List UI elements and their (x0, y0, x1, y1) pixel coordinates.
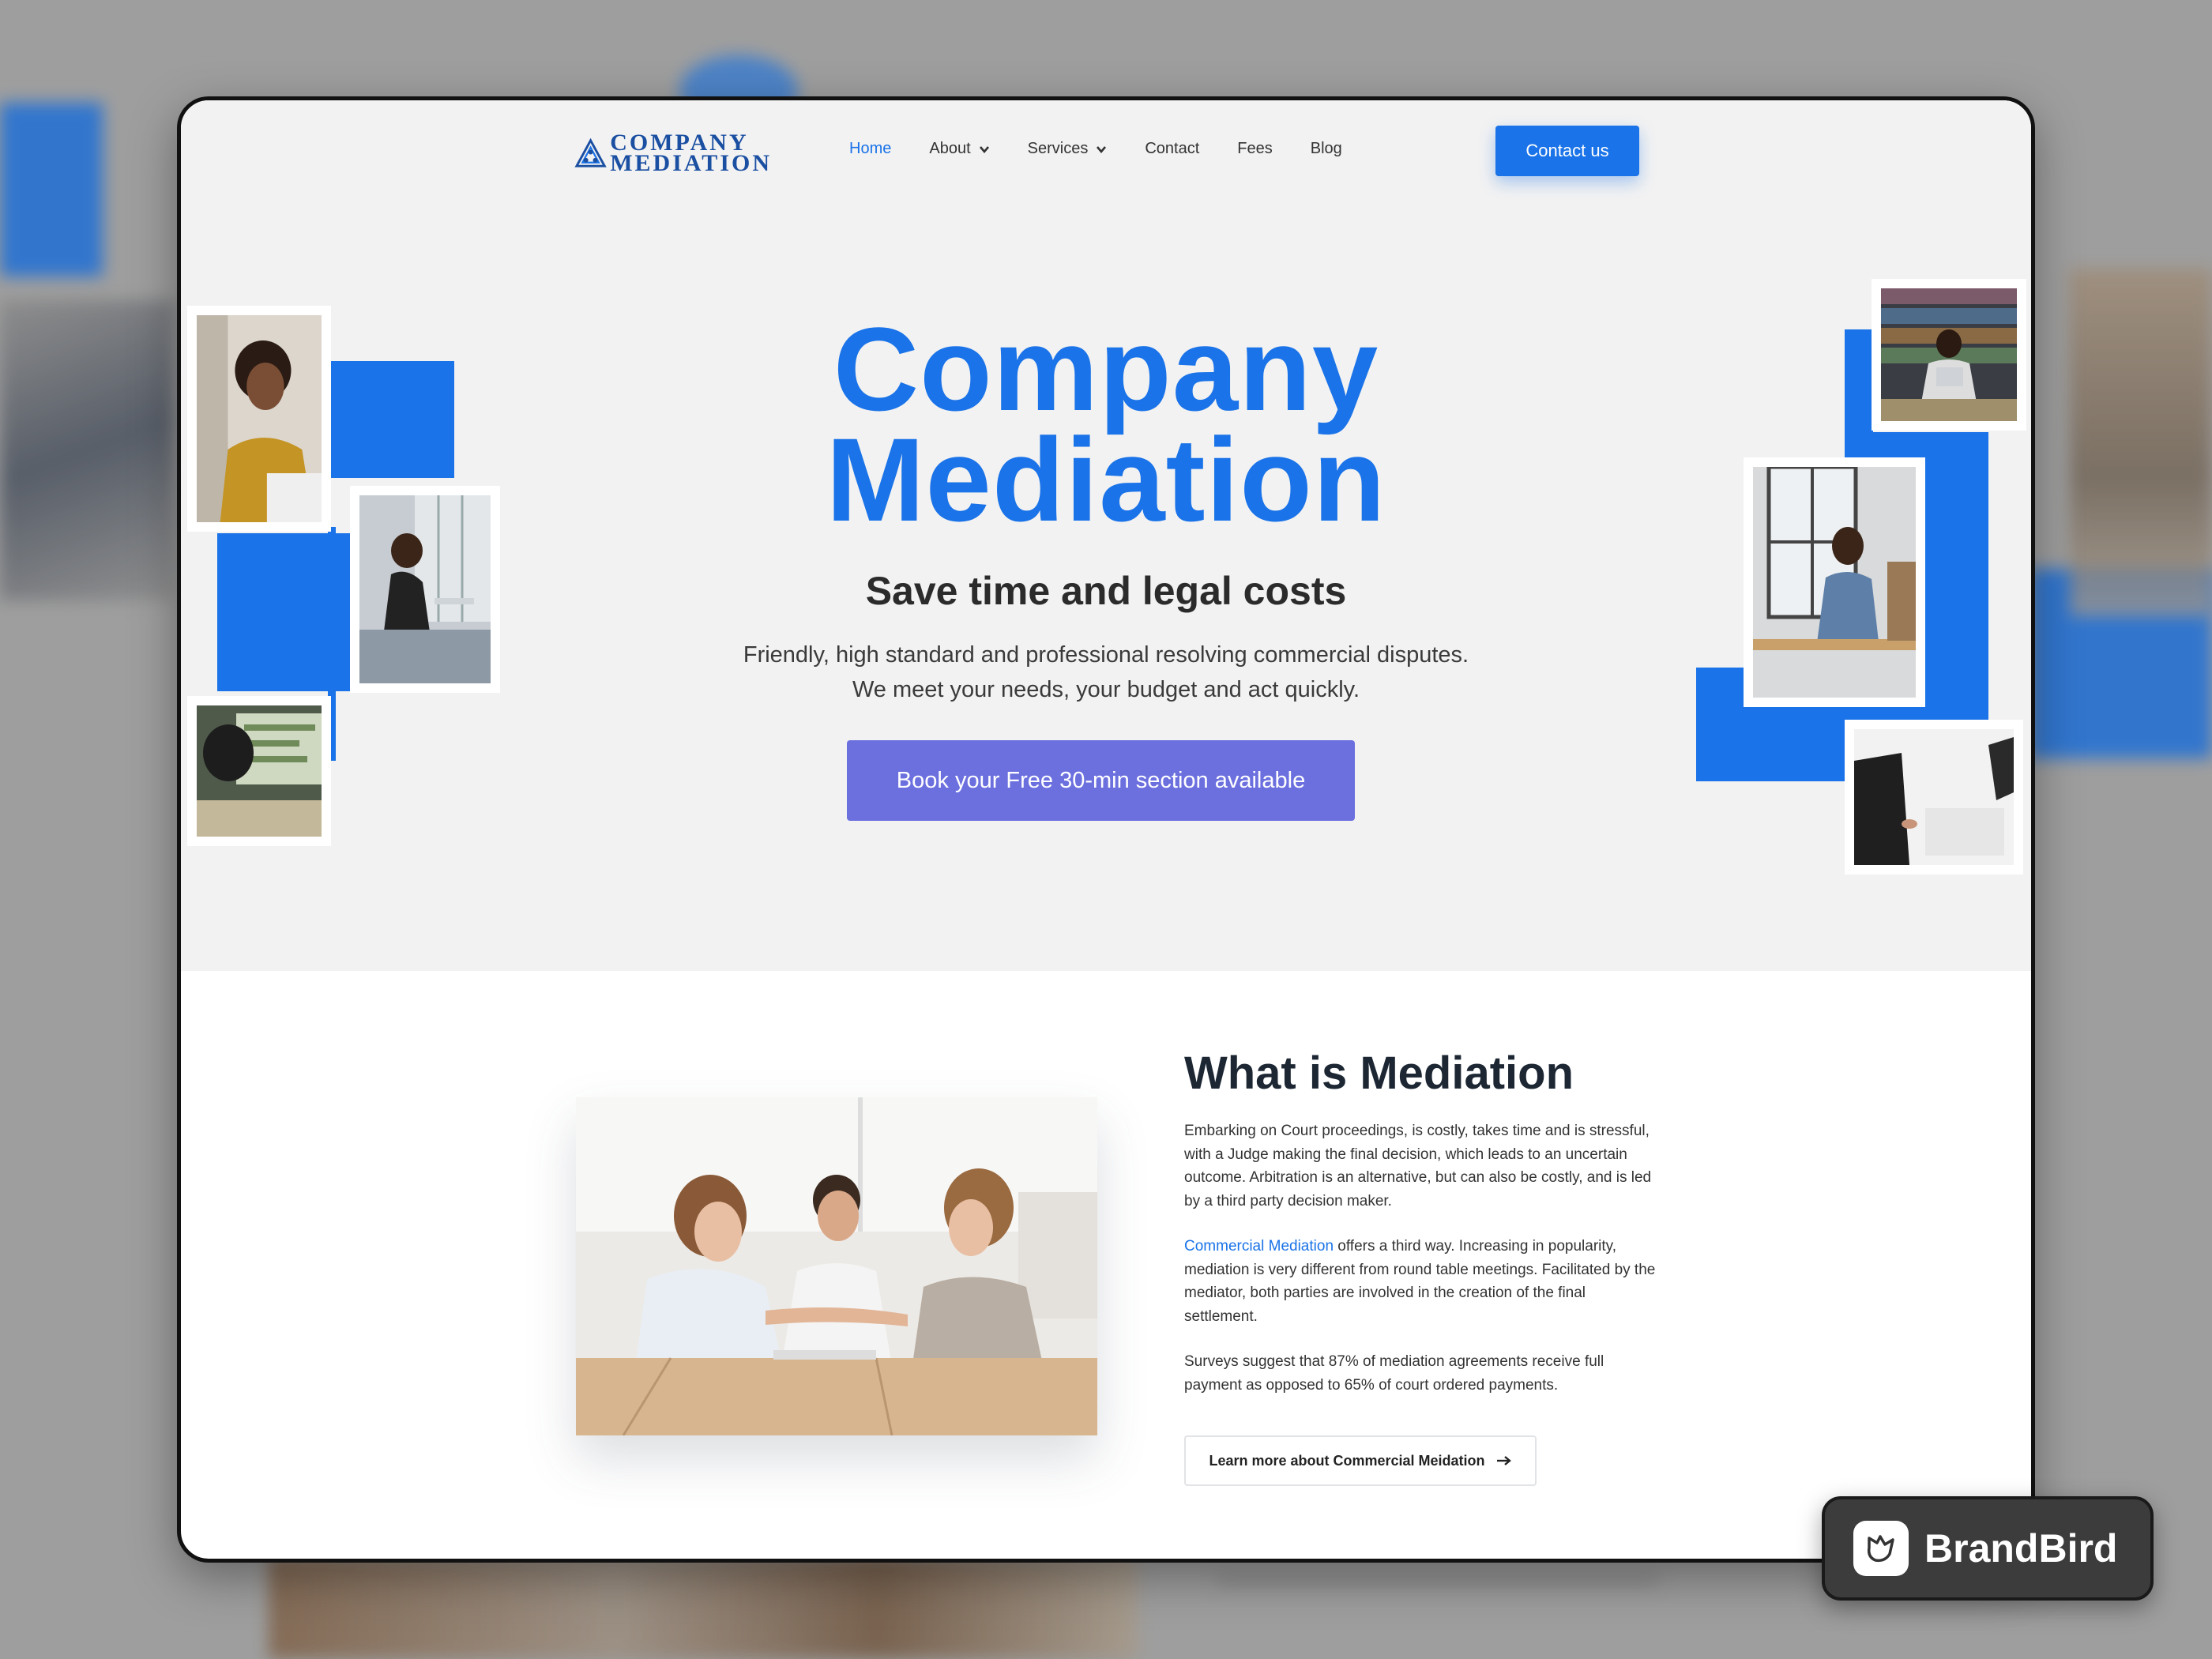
site-logo[interactable]: COMPANY MEDIATION (574, 129, 772, 178)
hero-description: Friendly, high standard and professional… (181, 638, 2031, 707)
nav-fees[interactable]: Fees (1237, 140, 1272, 158)
chevron-down-icon (1097, 145, 1107, 153)
nav-services-label: Services (1027, 140, 1089, 157)
browser-frame: COMPANY MEDIATION Home About Services Co… (177, 96, 2035, 1563)
hero-title: Company Mediation (181, 303, 2031, 546)
nav-blog-label: Blog (1310, 140, 1342, 157)
hero-desc-line-2: We meet your needs, your budget and act … (852, 677, 1360, 702)
logo-wordmark: COMPANY MEDIATION (610, 131, 772, 176)
nav-about-label: About (929, 140, 971, 157)
contact-us-button[interactable]: Contact us (1495, 126, 1639, 176)
hero-title-line-1: Company (833, 303, 1379, 435)
nav-fees-label: Fees (1237, 140, 1273, 157)
brandbird-label: BrandBird (1924, 1526, 2118, 1571)
brandbird-icon (1853, 1521, 1909, 1576)
nav-home-label: Home (849, 140, 892, 157)
hero-photo-headset (187, 696, 331, 846)
hero-section: COMPANY MEDIATION Home About Services Co… (181, 100, 2031, 971)
hero-title-line-2: Mediation (826, 413, 1386, 546)
logo-triangle-icon (574, 137, 607, 167)
nav-about[interactable]: About (929, 140, 989, 158)
arrow-right-icon (1496, 1456, 1511, 1465)
about-paragraph-3: Surveys suggest that 87% of mediation ag… (1184, 1353, 1604, 1394)
nav-home[interactable]: Home (849, 140, 891, 158)
about-paragraph-1: Embarking on Court proceedings, is costl… (1184, 1123, 1652, 1209)
logo-line-2: MEDIATION (610, 150, 772, 176)
main-nav: Home About Services Contact Fees Blog (849, 140, 1342, 158)
nav-contact[interactable]: Contact (1145, 140, 1199, 158)
nav-services[interactable]: Services (1028, 140, 1108, 158)
about-paragraph-2: Commercial Mediation offers a third way.… (1184, 1235, 1658, 1328)
mediation-meeting-photo (576, 1097, 1097, 1435)
nav-blog[interactable]: Blog (1311, 140, 1342, 158)
hero-photo-writing (1845, 720, 2023, 875)
nav-contact-label: Contact (1145, 140, 1200, 157)
learn-more-label: Learn more about Commercial Meidation (1209, 1452, 1485, 1469)
brandbird-badge: BrandBird (1822, 1496, 2154, 1601)
section-title: What is Mediation (1184, 1048, 1574, 1099)
learn-more-button[interactable]: Learn more about Commercial Meidation (1184, 1435, 1537, 1486)
book-session-button[interactable]: Book your Free 30-min section available (847, 740, 1355, 821)
chevron-down-icon (979, 145, 989, 153)
hero-subtitle: Save time and legal costs (865, 569, 1347, 613)
hero-desc-line-1: Friendly, high standard and professional… (743, 642, 1469, 668)
commercial-mediation-link[interactable]: Commercial Mediation (1184, 1238, 1334, 1255)
